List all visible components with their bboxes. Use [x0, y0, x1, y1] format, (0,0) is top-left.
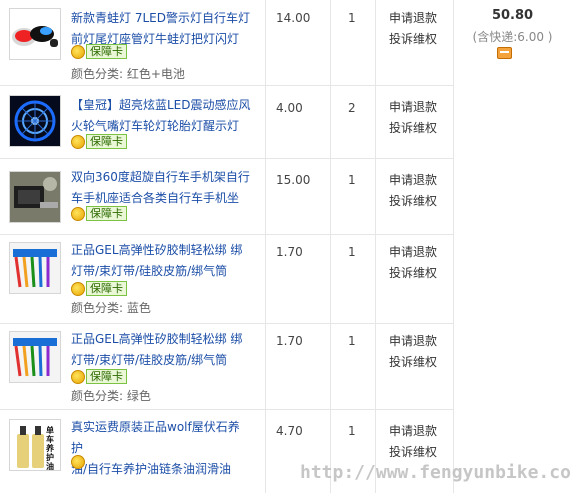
product-thumbnail[interactable]: 单车养护油 [9, 419, 61, 471]
quantity: 1 [348, 11, 356, 25]
product-thumbnail[interactable] [9, 331, 61, 383]
shipping-fee: (含快递:6.00 ) [472, 30, 553, 44]
guarantee-coin-icon [71, 455, 85, 469]
product-title-line: 新款青蛙灯 7LED警示灯自行车灯 [71, 11, 250, 25]
badge-label: 保障卡 [86, 369, 127, 384]
guarantee-card-badge[interactable]: 保障卡 [71, 44, 127, 59]
column-divider [265, 0, 266, 493]
product-thumbnail[interactable] [9, 8, 61, 60]
order-row: 新款青蛙灯 7LED警示灯自行车灯 前灯尾灯座管灯牛蛙灯把灯闪灯 保障卡 颜色分… [0, 0, 453, 86]
frog-light-image [10, 9, 60, 59]
guarantee-card-badge[interactable]: 保障卡 [71, 206, 127, 221]
row-actions: 申请退款 投诉维权 [389, 97, 437, 139]
product-title-line: 真实运费原装正品wolf屋伏石养护 [71, 420, 240, 455]
unit-price: 15.00 [276, 173, 311, 187]
badge-label: 保障卡 [86, 44, 127, 59]
order-row: 【皇冠】超亮炫蓝LED震动感应风 火轮气嘴灯车轮灯轮胎灯醒示灯 保障卡 4.00… [0, 86, 453, 159]
guarantee-coin-icon [71, 44, 85, 59]
complaint-link[interactable]: 投诉维权 [389, 352, 437, 373]
unit-price: 1.70 [276, 245, 303, 259]
watermark-text: http://www.fengyunbike.com [300, 462, 571, 483]
row-actions: 申请退款 投诉维权 [389, 242, 437, 284]
quantity: 1 [348, 245, 356, 259]
phone-holder-image [10, 172, 60, 222]
badge-label: 保障卡 [86, 206, 127, 221]
refund-link[interactable]: 申请退款 [389, 331, 437, 352]
product-title-line: 灯带/束灯带/硅胶皮筋/绑气筒 [71, 353, 228, 367]
product-title-line: 灯带/束灯带/硅胶皮筋/绑气筒 [71, 264, 228, 278]
product-title-link[interactable]: 正品GEL高弹性矽胶制轻松绑 绑 灯带/束灯带/硅胶皮筋/绑气筒 [71, 240, 251, 282]
product-title-link[interactable]: 真实运费原装正品wolf屋伏石养护 油/自行车养护油链条油润滑油 [71, 417, 251, 480]
complaint-link[interactable]: 投诉维权 [389, 263, 437, 284]
variant-text: 颜色分类: 红色+电池 [71, 67, 185, 81]
row-actions: 申请退款 投诉维权 [389, 421, 437, 463]
order-items: 新款青蛙灯 7LED警示灯自行车灯 前灯尾灯座管灯牛蛙灯把灯闪灯 保障卡 颜色分… [0, 0, 453, 493]
product-title-line: 油/自行车养护油链条油润滑油 [71, 462, 232, 476]
product-title-line: 双向360度超旋自行车手机架自行 [71, 170, 250, 184]
bottle-label-text: 单车养护油 [46, 426, 54, 471]
badge-label: 保障卡 [86, 281, 127, 296]
guarantee-card-badge[interactable]: 保障卡 [71, 134, 127, 149]
unit-price: 1.70 [276, 334, 303, 348]
badge-label: 保障卡 [86, 134, 127, 149]
order-total: 50.80 [491, 8, 534, 23]
variant-text: 颜色分类: 蓝色 [71, 301, 151, 315]
product-thumbnail[interactable] [9, 171, 61, 223]
order-row: 正品GEL高弹性矽胶制轻松绑 绑 灯带/束灯带/硅胶皮筋/绑气筒 保障卡 颜色分… [0, 324, 453, 410]
silicone-strap-blue-image [10, 243, 60, 293]
guarantee-coin-icon [71, 134, 85, 149]
guarantee-coin-icon [71, 281, 85, 296]
row-actions: 申请退款 投诉维权 [389, 331, 437, 373]
summary-divider [453, 0, 454, 493]
complaint-link[interactable]: 投诉维权 [389, 442, 437, 463]
order-row: 双向360度超旋自行车手机架自行 车手机座适合各类自行车手机坐 保障卡 15.0… [0, 159, 453, 235]
guarantee-card-badge[interactable]: 保障卡 [71, 369, 127, 384]
product-title-link[interactable]: 双向360度超旋自行车手机架自行 车手机座适合各类自行车手机坐 [71, 167, 251, 209]
row-actions: 申请退款 投诉维权 [389, 170, 437, 212]
unit-price: 4.00 [276, 101, 303, 115]
unit-price: 4.70 [276, 424, 303, 438]
order-row: 正品GEL高弹性矽胶制轻松绑 绑 灯带/束灯带/硅胶皮筋/绑气筒 保障卡 颜色分… [0, 235, 453, 324]
product-title-line: 【皇冠】超亮炫蓝LED震动感应风 [71, 98, 251, 112]
guarantee-card-badge[interactable]: 保障卡 [71, 281, 127, 296]
complaint-link[interactable]: 投诉维权 [389, 191, 437, 212]
wallet-icon[interactable] [497, 47, 512, 59]
silicone-strap-green-image [10, 332, 60, 382]
product-title-link[interactable]: 正品GEL高弹性矽胶制轻松绑 绑 灯带/束灯带/硅胶皮筋/绑气筒 [71, 329, 251, 371]
quantity: 1 [348, 173, 356, 187]
refund-link[interactable]: 申请退款 [389, 242, 437, 263]
column-divider [375, 0, 376, 493]
complaint-link[interactable]: 投诉维权 [389, 118, 437, 139]
column-divider [330, 0, 331, 493]
refund-link[interactable]: 申请退款 [389, 97, 437, 118]
refund-link[interactable]: 申请退款 [389, 170, 437, 191]
quantity: 2 [348, 101, 356, 115]
product-title-line: 正品GEL高弹性矽胶制轻松绑 绑 [71, 332, 243, 346]
quantity: 1 [348, 334, 356, 348]
refund-link[interactable]: 申请退款 [389, 8, 437, 29]
product-title-link[interactable]: 【皇冠】超亮炫蓝LED震动感应风 火轮气嘴灯车轮灯轮胎灯醒示灯 [71, 95, 251, 137]
quantity: 1 [348, 424, 356, 438]
guarantee-coin-icon [71, 369, 85, 384]
order-table: 新款青蛙灯 7LED警示灯自行车灯 前灯尾灯座管灯牛蛙灯把灯闪灯 保障卡 颜色分… [0, 0, 571, 493]
refund-link[interactable]: 申请退款 [389, 421, 437, 442]
product-thumbnail[interactable] [9, 95, 61, 147]
complaint-link[interactable]: 投诉维权 [389, 29, 437, 50]
product-title-line: 正品GEL高弹性矽胶制轻松绑 绑 [71, 243, 243, 257]
guarantee-coin-icon [71, 206, 85, 221]
row-actions: 申请退款 投诉维权 [389, 8, 437, 50]
unit-price: 14.00 [276, 11, 311, 25]
wheel-light-image [10, 96, 60, 146]
product-thumbnail[interactable] [9, 242, 61, 294]
variant-text: 颜色分类: 绿色 [71, 389, 151, 403]
